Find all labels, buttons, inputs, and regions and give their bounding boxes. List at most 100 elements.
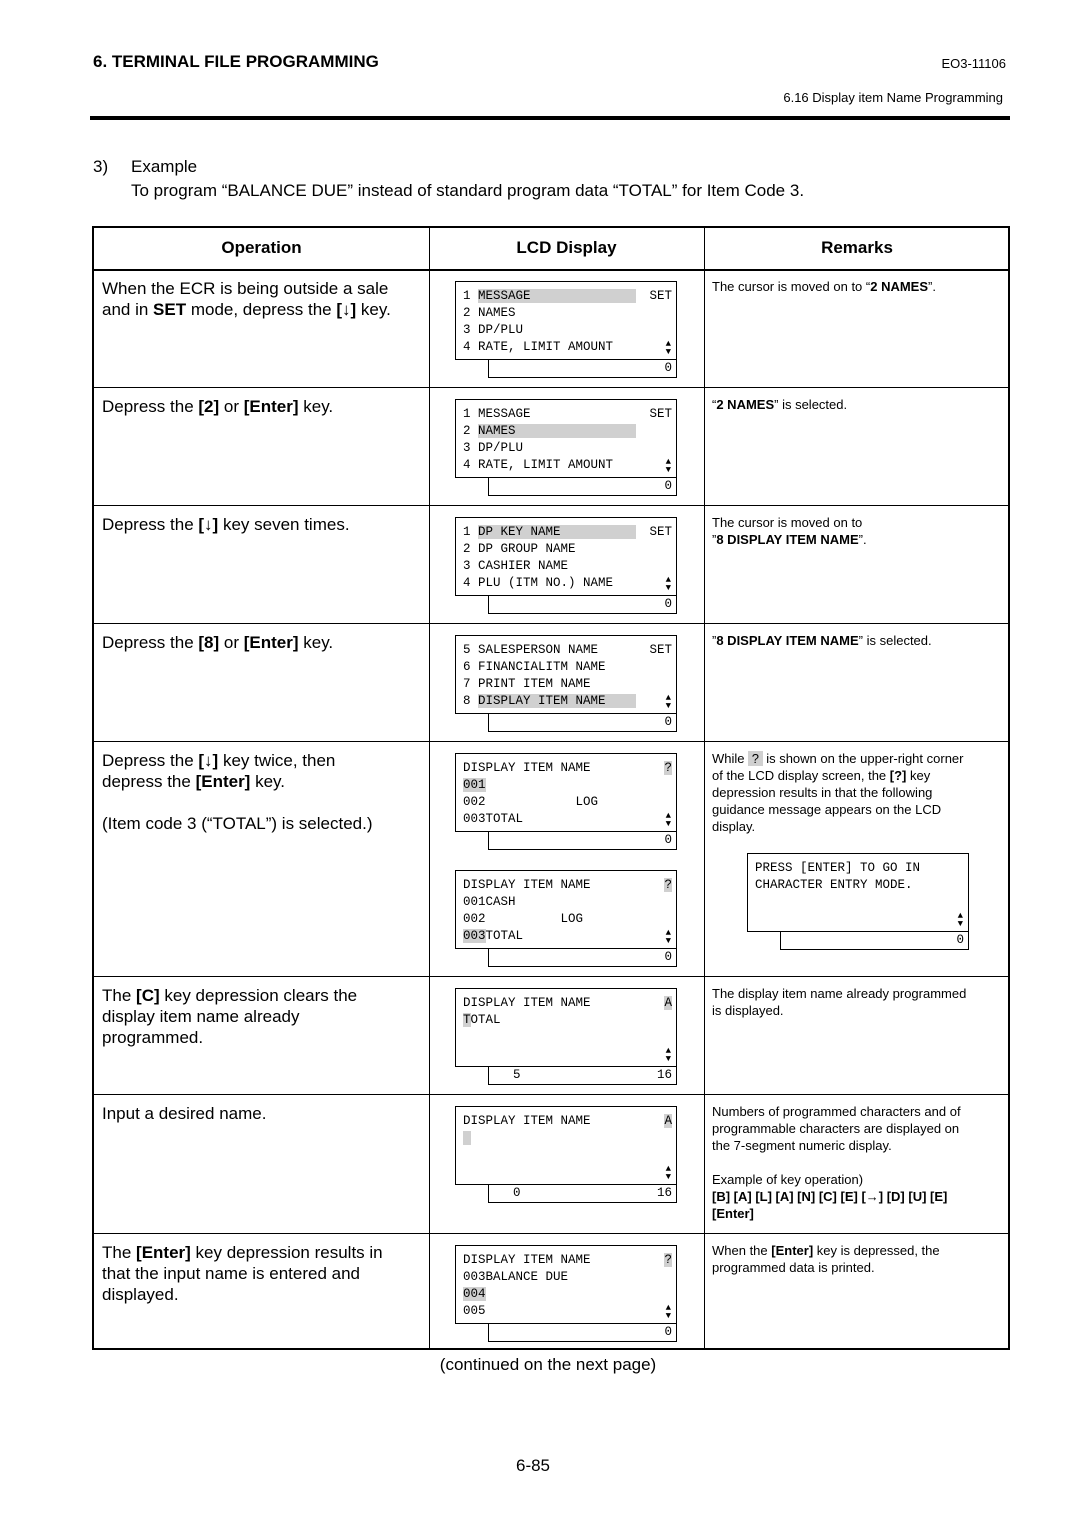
operation-line: Input a desired name.	[102, 1103, 422, 1124]
remarks-line: When the [Enter] key is depressed, the	[712, 1242, 1004, 1259]
remarks-text: When the [Enter] key is depressed, the pr…	[712, 1242, 1004, 1276]
text-segment: [Enter]	[712, 1206, 754, 1221]
text-segment: 2 NAMES	[716, 397, 775, 412]
text-segment: 1	[463, 525, 479, 539]
lcd-numeric-display: 5 16	[488, 1067, 677, 1085]
document-code: EO3-11106	[941, 56, 1006, 71]
text-segment: DISPLAY ITEM NAME	[463, 996, 591, 1010]
column-divider	[704, 228, 705, 1348]
text-segment: OTAL	[470, 1013, 501, 1027]
header-divider	[90, 116, 1010, 120]
text-segment: [C]	[136, 986, 160, 1005]
page: 6. TERMINAL FILE PROGRAMMING EO3-11106 6…	[0, 0, 1080, 1528]
lcd-status-indicator: SET	[649, 524, 672, 540]
lcd-line: 5 SALESPERSON NAME	[463, 642, 598, 658]
remarks-line: The cursor is moved on to	[712, 514, 1004, 531]
lcd-numeric-display: 0	[488, 832, 677, 850]
text-segment: The cursor is moved on to	[712, 515, 863, 530]
operation-text: Depress the [↓] key twice, then depress t…	[102, 750, 422, 834]
text-segment: is shown on the upper-right corner	[762, 751, 964, 766]
up-down-triangle-icon: ▲ ▼	[665, 575, 671, 593]
lcd-screen: 1 DP KEY NAME 2 DP GROUP NAME 3 CASHIER N…	[455, 517, 677, 596]
text-segment: 8 DISPLAY ITEM NAME	[716, 532, 859, 547]
remarks-text: Numbers of programmed characters and of p…	[712, 1103, 1004, 1222]
row-divider	[94, 1233, 1008, 1234]
lcd-screen: DISPLAY ITEM NAME 001 002 LOG 003TOTAL? ▲ ▼	[455, 753, 677, 832]
numeric-value: 0	[664, 950, 672, 964]
numeric-value: 0	[956, 933, 964, 947]
text-segment: TOTAL	[485, 929, 524, 943]
remarks-line: Numbers of programmed characters and of	[712, 1103, 1004, 1120]
lcd-line: DISPLAY ITEM NAME	[463, 1252, 591, 1268]
operation-line: programmed.	[102, 1027, 422, 1048]
text-segment: ”.	[928, 279, 936, 294]
numeric-value: 0	[664, 479, 672, 493]
lcd-line: 3 DP/PLU	[463, 440, 523, 456]
lcd-line: DISPLAY ITEM NAME	[463, 1113, 591, 1129]
lcd-line: 005	[463, 1303, 486, 1319]
row-divider	[94, 387, 1008, 388]
remarks-line: of the LCD display screen, the [?] key	[712, 767, 1004, 784]
numeric-value: 0	[664, 597, 672, 611]
remarks-line: “2 NAMES” is selected.	[712, 396, 1004, 413]
text-segment: the 7-segment numeric display.	[712, 1138, 892, 1153]
example-title: Example	[131, 157, 198, 176]
up-down-triangle-icon: ▲ ▼	[665, 339, 671, 357]
remarks-line: The display item name already programmed	[712, 985, 1004, 1002]
highlighted-text: A	[664, 1114, 672, 1128]
lcd-screen: PRESS [ENTER] TO GO IN CHARACTER ENTRY MO…	[747, 853, 969, 932]
highlighted-text: A	[664, 996, 672, 1010]
remarks-text: The cursor is moved on to “2 NAMES”.	[712, 278, 1004, 295]
lcd-screen: 1 MESSAGE 2 NAMES 3 DP/PLU 4 RATE, LIMIT A…	[455, 281, 677, 360]
text-segment: When the ECR is being outside a sale	[102, 279, 389, 298]
lcd-line: 1 DP KEY NAME	[463, 524, 636, 540]
text-segment: that the input name is entered and	[102, 1264, 361, 1283]
lcd-screen: DISPLAY ITEM NAME A ▲ ▼	[455, 1106, 677, 1185]
lcd-status-indicator: ?	[664, 1252, 672, 1268]
operation-line: Depress the [8] or [Enter] key.	[102, 632, 422, 653]
programmed-count: 5	[513, 1068, 521, 1082]
lcd-screen: 5 SALESPERSON NAME 6 FINANCIALITM NAME 7 P…	[455, 635, 677, 714]
text-segment: and in	[102, 300, 154, 319]
lcd-line: DISPLAY ITEM NAME	[463, 877, 591, 893]
text-segment: depression results in that the following	[712, 785, 933, 800]
text-segment: DISPLAY ITEM NAME	[463, 1114, 591, 1128]
page-number: 6-85	[515, 1456, 551, 1475]
text-segment: displayed.	[102, 1285, 179, 1304]
text-segment: Depress the	[102, 751, 199, 770]
operation-line: (Item code 3 (“TOTAL”) is selected.)	[102, 813, 422, 834]
text-segment: 003TOTAL	[463, 812, 524, 826]
example-number: 3)	[93, 157, 109, 176]
text-segment: 2 NAMES	[870, 279, 929, 294]
lcd-status-indicator: ?	[664, 877, 672, 893]
text-segment: [Enter]	[243, 397, 299, 416]
remarks-line: display.	[712, 818, 1004, 835]
text-segment: 003BALANCE DUE	[463, 1270, 569, 1284]
highlighted-text: ?	[664, 761, 672, 775]
lcd-line: CHARACTER ENTRY MODE.	[755, 877, 913, 893]
highlighted-text: 004	[463, 1287, 486, 1301]
text-segment: guidance message appears on the LCD	[712, 802, 942, 817]
text-segment: Depress the	[102, 515, 199, 534]
remarks-text: “2 NAMES” is selected.	[712, 396, 1004, 413]
text-segment: Depress the	[102, 397, 199, 416]
text-segment: DISPLAY ITEM NAME	[463, 761, 591, 775]
operation-line: When the ECR is being outside a sale	[102, 278, 422, 299]
text-segment: 8	[463, 694, 479, 708]
text-segment: key twice, then	[218, 751, 336, 770]
lcd-numeric-display: 0	[488, 714, 677, 732]
lcd-line: 002 LOG	[463, 794, 598, 810]
text-segment: ” is selected.	[858, 633, 932, 648]
text-segment: 005	[463, 1304, 486, 1318]
text-segment: SET	[649, 525, 672, 539]
up-down-triangle-icon: ▲ ▼	[665, 1046, 671, 1064]
header-operation: Operation	[221, 238, 302, 257]
highlighted-text: ?	[664, 1253, 672, 1267]
row-divider	[94, 269, 1008, 271]
operation-line: Depress the [2] or [Enter] key.	[102, 396, 422, 417]
lcd-line: 003TOTAL	[463, 928, 523, 944]
lcd-line: 003TOTAL	[463, 811, 523, 827]
text-segment: 4 RATE, LIMIT AMOUNT	[463, 458, 614, 472]
text-segment: [Enter]	[243, 633, 299, 652]
text-segment: programmable characters are displayed on	[712, 1121, 960, 1136]
